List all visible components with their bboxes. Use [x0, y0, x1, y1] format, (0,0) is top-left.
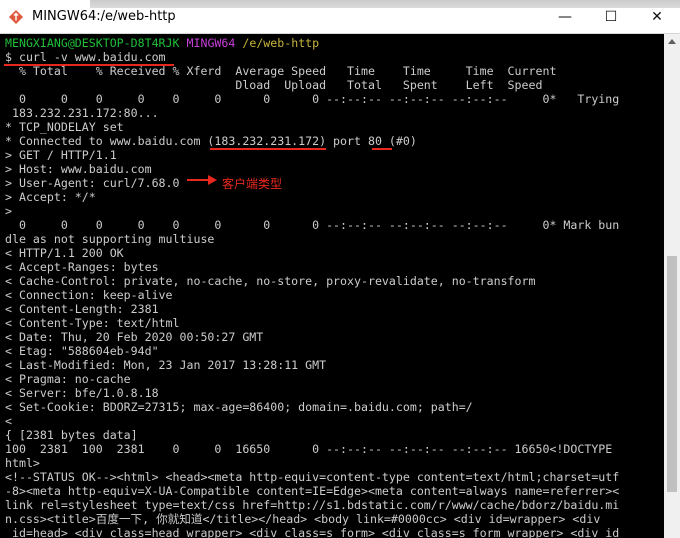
output-line: % Total % Received % Xferd Average Speed… — [5, 64, 557, 78]
annotation-arrow-icon — [187, 175, 217, 185]
output-line: < Date: Thu, 20 Feb 2020 00:50:27 GMT — [5, 330, 264, 344]
output-line: 0 0 0 0 0 0 0 0 --:--:-- --:--:-- --:--:… — [5, 218, 620, 232]
output-line: > User-Agent: curl/7.68.0 — [5, 176, 180, 190]
output-line: id=head> <div class=head_wrapper> <div c… — [5, 526, 620, 538]
output-line: 100 2381 100 2381 0 0 16650 0 --:--:-- -… — [5, 442, 613, 456]
output-line: Dload Upload Total Spent Left Speed — [5, 78, 543, 92]
scrollbar-thumb[interactable] — [667, 256, 677, 492]
output-line: > Host: www.baidu.com — [5, 162, 152, 176]
title-bar: MINGW64:/e/web-http — ☐ ✕ — [0, 0, 680, 34]
port-underline — [372, 148, 392, 150]
output-line: < Pragma: no-cache — [5, 372, 131, 386]
maximize-button[interactable]: ☐ — [588, 0, 634, 34]
annotation-label: 客户端类型 — [222, 177, 283, 191]
output-line: < Accept-Ranges: bytes — [5, 260, 159, 274]
output-line: -8><meta http-equiv=X-UA-Compatible cont… — [5, 484, 620, 498]
prompt-line: MENGXIANG@DESKTOP-D8T4RJK MINGW64 /e/web… — [5, 36, 319, 50]
output-line: < Etag: "588604eb-94d" — [5, 344, 159, 358]
terminal-output[interactable]: MENGXIANG@DESKTOP-D8T4RJK MINGW64 /e/web… — [0, 34, 664, 538]
command-line: $ curl -v www.baidu.com — [5, 50, 166, 64]
output-line: dle as not supporting multiuse — [5, 232, 215, 246]
scroll-up-arrow-icon[interactable] — [668, 38, 676, 44]
minimize-button[interactable]: — — [542, 0, 588, 34]
output-line: html> — [5, 456, 40, 470]
ip-underline — [210, 148, 326, 150]
close-button[interactable]: ✕ — [634, 0, 680, 34]
output-line: < Cache-Control: private, no-cache, no-s… — [5, 274, 536, 288]
output-line: n.css><title>百度一下, 你就知道</title></head> <… — [5, 512, 601, 526]
output-line: < Set-Cookie: BDORZ=27315; max-age=86400… — [5, 400, 473, 414]
window-title: MINGW64:/e/web-http — [32, 9, 176, 24]
output-line: < Connection: keep-alive — [5, 288, 173, 302]
prompt-path: /e/web-http — [242, 36, 320, 50]
output-line: < Content-Length: 2381 — [5, 302, 159, 316]
prompt-user-host: MENGXIANG@DESKTOP-D8T4RJK — [5, 36, 180, 50]
output-line: < — [5, 414, 12, 428]
output-line: > GET / HTTP/1.1 — [5, 148, 117, 162]
output-line: < Content-Type: text/html — [5, 316, 180, 330]
prompt-shell: MINGW64 — [186, 36, 236, 50]
output-line: < HTTP/1.1 200 OK — [5, 246, 124, 260]
vertical-scrollbar[interactable] — [664, 34, 680, 538]
output-line: * Connected to www.baidu.com (183.232.23… — [5, 134, 417, 148]
output-line: 183.232.231.172:80... — [5, 106, 159, 120]
output-line: > — [5, 204, 12, 218]
output-line: < Last-Modified: Mon, 23 Jan 2017 13:28:… — [5, 358, 327, 372]
output-line: { [2381 bytes data] — [5, 428, 138, 442]
output-line: * TCP_NODELAY set — [5, 120, 124, 134]
output-line: < Server: bfe/1.0.8.18 — [5, 386, 159, 400]
output-line: > Accept: */* — [5, 190, 96, 204]
output-line: 0 0 0 0 0 0 0 0 --:--:-- --:--:-- --:--:… — [5, 92, 620, 106]
git-bash-icon — [9, 10, 23, 24]
output-line: link rel=stylesheet type=text/css href=h… — [5, 498, 620, 512]
output-line: <!--STATUS OK--><html> <head><meta http-… — [5, 470, 620, 484]
